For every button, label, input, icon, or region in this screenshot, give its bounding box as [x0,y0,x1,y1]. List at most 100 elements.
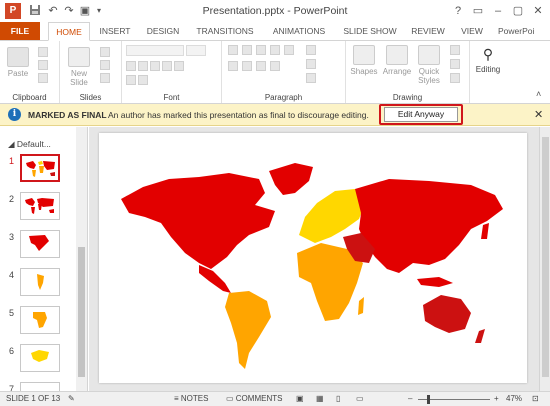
slide-thumbnail[interactable] [20,268,60,296]
shape-outline-icon[interactable] [450,59,460,69]
notes-button[interactable]: ≡ NOTES [174,394,208,403]
shape-effects-icon[interactable] [450,73,460,83]
zoom-slider-thumb[interactable] [427,395,430,404]
thumbnail-3[interactable]: 3 [0,230,76,264]
ribbon-display-button[interactable]: ▭ [468,3,488,19]
thumbnail-number: 1 [9,156,15,166]
increase-indent-icon[interactable] [270,45,280,55]
underline-icon[interactable] [150,61,160,71]
slide-sorter-icon[interactable]: ▦ [316,394,324,403]
slide-thumbnail[interactable] [20,154,60,182]
line-spacing-icon[interactable] [284,45,294,55]
greenland-shape [269,163,313,195]
slide-thumbnail[interactable] [20,344,60,372]
thumbnail-scrollbar[interactable] [76,127,87,391]
decrease-indent-icon[interactable] [256,45,266,55]
tab-view[interactable]: VIEW [454,22,490,40]
arrange-label: Arrange [382,67,412,76]
tab-animations[interactable]: ANIMATIONS [264,22,334,40]
tab-file[interactable]: FILE [0,22,40,40]
madagascar-shape [358,297,364,315]
bold-icon[interactable] [126,61,136,71]
align-right-icon[interactable] [256,61,266,71]
japan-shape [481,223,489,239]
new-slide-button[interactable]: New Slide [66,47,92,87]
editing-label: Editing [475,65,501,74]
current-slide[interactable] [99,133,527,383]
slide-thumbnail[interactable] [20,230,60,258]
slide-show-icon[interactable]: ▭ [356,394,364,403]
cut-icon[interactable] [38,47,48,57]
font-size-box[interactable] [186,45,206,56]
slide-scrollbar[interactable] [539,127,550,391]
tab-powerpivot[interactable]: PowerPoi [498,22,550,40]
spacing-icon[interactable] [174,61,184,71]
thumbnail-4[interactable]: 4 [0,268,76,302]
fit-slide-icon[interactable]: ⊡ [532,394,539,403]
text-direction-icon[interactable] [306,45,316,55]
close-infobar-icon[interactable]: ✕ [534,108,543,121]
collapse-ribbon-icon[interactable]: ˄ [536,89,541,99]
smartart-icon[interactable] [306,73,316,83]
edit-anyway-button[interactable]: Edit Anyway [384,107,458,122]
tab-design[interactable]: DESIGN [140,22,186,40]
italic-icon[interactable] [138,61,148,71]
tab-transitions[interactable]: TRANSITIONS [192,22,258,40]
font-group-label: Font [163,93,180,102]
reading-view-icon[interactable]: ▯ [336,394,340,403]
highlight-icon[interactable] [138,75,148,85]
editing-button[interactable]: ⚲ Editing [470,45,506,74]
tab-slide-show[interactable]: SLIDE SHOW [340,22,400,40]
spellcheck-icon[interactable]: ✎ [68,394,75,403]
thumbnail-6[interactable]: 6 [0,344,76,378]
reset-icon[interactable] [100,60,110,70]
zoom-in-icon[interactable]: + [494,394,499,403]
north-america-thumbnail-icon [29,235,49,251]
thumbnail-1[interactable]: 1 [0,154,76,188]
editing-group: ⚲ Editing [470,41,506,103]
shape-fill-icon[interactable] [450,45,460,55]
scroll-thumb[interactable] [78,247,85,377]
scroll-thumb[interactable] [542,137,549,377]
bullets-icon[interactable] [228,45,238,55]
slides-group: New Slide Slides [60,41,122,103]
zoom-out-icon[interactable]: – [408,394,412,403]
normal-view-icon[interactable]: ▣ [296,394,304,403]
align-left-icon[interactable] [228,61,238,71]
section-header[interactable]: ◢ Default... [8,139,51,150]
arrange-button[interactable]: Arrange [380,45,414,76]
asia-shape [355,179,503,273]
close-button[interactable]: ✕ [528,3,548,19]
slide-thumbnail[interactable] [20,306,60,334]
slide-thumbnail[interactable] [20,192,60,220]
comments-button[interactable]: ▭ COMMENTS [226,394,282,403]
tab-insert[interactable]: INSERT [94,22,136,40]
help-button[interactable]: ? [448,3,468,19]
align-center-icon[interactable] [242,61,252,71]
font-name-box[interactable] [126,45,184,56]
align-text-icon[interactable] [306,59,316,69]
layout-icon[interactable] [100,47,110,57]
strikethrough-icon[interactable] [162,61,172,71]
thumbnail-7[interactable]: 7 [0,382,76,391]
thumbnail-2[interactable]: 2 [0,192,76,226]
shapes-button[interactable]: Shapes [348,45,380,76]
minimize-button[interactable]: – [488,3,508,19]
tab-home[interactable]: HOME [48,22,90,41]
paragraph-group-label: Paragraph [264,93,303,102]
quick-styles-button[interactable]: Quick Styles [414,45,444,85]
thumbnail-number: 6 [9,346,15,356]
tab-review[interactable]: REVIEW [406,22,450,40]
numbering-icon[interactable] [242,45,252,55]
thumbnail-number: 3 [9,232,15,242]
font-color-icon[interactable] [126,75,136,85]
paste-button[interactable]: Paste [4,47,32,78]
format-painter-icon[interactable] [38,73,48,83]
maximize-button[interactable]: ▢ [508,3,528,19]
section-icon[interactable] [100,73,110,83]
slide-thumbnail[interactable] [20,382,60,391]
zoom-level[interactable]: 47% [506,394,522,403]
thumbnail-5[interactable]: 5 [0,306,76,340]
justify-icon[interactable] [270,61,280,71]
copy-icon[interactable] [38,60,48,70]
